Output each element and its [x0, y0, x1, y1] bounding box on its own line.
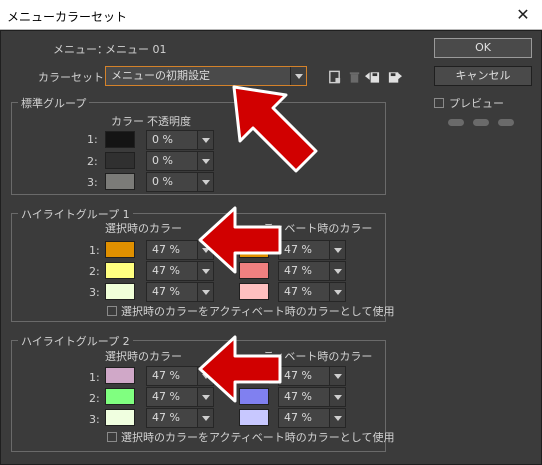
- row-number: 1:: [87, 133, 98, 146]
- opacity-value: 47 %: [284, 264, 312, 277]
- opacity-select[interactable]: 0 %: [146, 130, 214, 150]
- preview-label: プレビュー: [449, 97, 504, 110]
- row-number: 2:: [89, 392, 100, 405]
- trash-icon[interactable]: [347, 69, 362, 85]
- chevron-down-icon: [197, 409, 213, 427]
- title-bar: メニューカラーセット ✕: [0, 0, 542, 30]
- selected-opacity-select[interactable]: 47 %: [146, 282, 214, 302]
- preview-checkbox[interactable]: [434, 98, 444, 108]
- opacity-value: 47 %: [152, 390, 180, 403]
- ok-button[interactable]: OK: [434, 38, 532, 58]
- active-opacity-select[interactable]: 47 %: [278, 282, 346, 302]
- selected-color-swatch[interactable]: [105, 388, 135, 405]
- opacity-value: 47 %: [284, 411, 312, 424]
- preview-indicator: [448, 119, 464, 126]
- chevron-down-icon: [197, 173, 213, 191]
- chevron-down-icon: [329, 241, 345, 259]
- annotation-arrow-left: [198, 335, 282, 403]
- opacity-value: 47 %: [152, 411, 180, 424]
- col-opacity-label: 不透明度: [147, 115, 191, 128]
- active-opacity-select[interactable]: 47 %: [278, 408, 346, 428]
- cancel-button[interactable]: キャンセル: [434, 66, 532, 86]
- dialog-body: メニュー： メニュー 01 カラーセット： メニューの初期設定 OK キャンセル…: [0, 30, 542, 465]
- row-number: 3:: [89, 286, 100, 299]
- opacity-value: 47 %: [152, 285, 180, 298]
- chevron-down-icon: [197, 152, 213, 170]
- opacity-value: 0 %: [152, 175, 173, 188]
- new-icon[interactable]: [327, 69, 342, 85]
- selected-color-swatch[interactable]: [105, 409, 135, 426]
- opacity-value: 47 %: [152, 369, 180, 382]
- annotation-arrow-up: [232, 85, 318, 173]
- opacity-select[interactable]: 0 %: [146, 172, 214, 192]
- row-number: 3:: [89, 413, 100, 426]
- use-selected-as-active-label: 選択時のカラーをアクティベート時のカラーとして使用: [121, 431, 395, 444]
- preview-indicator: [473, 119, 489, 126]
- chevron-down-icon: [329, 388, 345, 406]
- chevron-down-icon: [329, 283, 345, 301]
- row-number: 2:: [89, 265, 100, 278]
- row-number: 3:: [87, 176, 98, 189]
- opacity-value: 0 %: [152, 133, 173, 146]
- selected-color-swatch[interactable]: [105, 241, 135, 258]
- col-color-label: カラー: [111, 115, 144, 128]
- col-selected-label: 選択時のカラー: [105, 350, 182, 363]
- selected-color-swatch[interactable]: [105, 367, 135, 384]
- opacity-value: 47 %: [152, 243, 180, 256]
- opacity-select[interactable]: 0 %: [146, 151, 214, 171]
- chevron-down-icon: [329, 367, 345, 385]
- standard-group-title: 標準グループ: [18, 95, 90, 111]
- active-opacity-select[interactable]: 47 %: [278, 240, 346, 260]
- colorset-label: カラーセット：: [38, 71, 115, 84]
- import-icon[interactable]: [365, 69, 380, 85]
- selected-opacity-select[interactable]: 47 %: [146, 408, 214, 428]
- save-icon[interactable]: [387, 69, 402, 85]
- colorset-select-value: メニューの初期設定: [111, 69, 210, 82]
- color-swatch[interactable]: [105, 173, 135, 190]
- preview-indicator: [498, 119, 514, 126]
- row-number: 1:: [89, 371, 100, 384]
- use-selected-as-active-checkbox[interactable]: [107, 432, 117, 442]
- color-swatch[interactable]: [105, 131, 135, 148]
- chevron-down-icon: [329, 262, 345, 280]
- opacity-value: 47 %: [152, 264, 180, 277]
- menu-label: メニュー：: [53, 43, 108, 56]
- opacity-value: 47 %: [284, 369, 312, 382]
- opacity-value: 47 %: [284, 390, 312, 403]
- chevron-down-icon: [329, 409, 345, 427]
- close-icon[interactable]: ✕: [512, 4, 534, 26]
- use-selected-as-active-label: 選択時のカラーをアクティベート時のカラーとして使用: [121, 305, 395, 318]
- active-opacity-select[interactable]: 47 %: [278, 261, 346, 281]
- col-selected-label: 選択時のカラー: [105, 222, 182, 235]
- active-opacity-select[interactable]: 47 %: [278, 366, 346, 386]
- window-title: メニューカラーセット: [7, 10, 128, 24]
- color-swatch[interactable]: [105, 152, 135, 169]
- row-number: 1:: [89, 244, 100, 257]
- selected-color-swatch[interactable]: [105, 283, 135, 300]
- highlight-group-2-title: ハイライトグループ 2: [18, 333, 133, 349]
- chevron-down-icon: [197, 131, 213, 149]
- use-selected-as-active-checkbox[interactable]: [107, 306, 117, 316]
- active-opacity-select[interactable]: 47 %: [278, 387, 346, 407]
- active-color-swatch[interactable]: [239, 409, 269, 426]
- chevron-down-icon: [197, 283, 213, 301]
- opacity-value: 47 %: [284, 243, 312, 256]
- selected-color-swatch[interactable]: [105, 262, 135, 279]
- row-number: 2:: [87, 155, 98, 168]
- opacity-value: 0 %: [152, 154, 173, 167]
- opacity-value: 47 %: [284, 285, 312, 298]
- menu-value: メニュー 01: [105, 43, 167, 56]
- annotation-arrow-left: [198, 206, 282, 274]
- active-color-swatch[interactable]: [239, 283, 269, 300]
